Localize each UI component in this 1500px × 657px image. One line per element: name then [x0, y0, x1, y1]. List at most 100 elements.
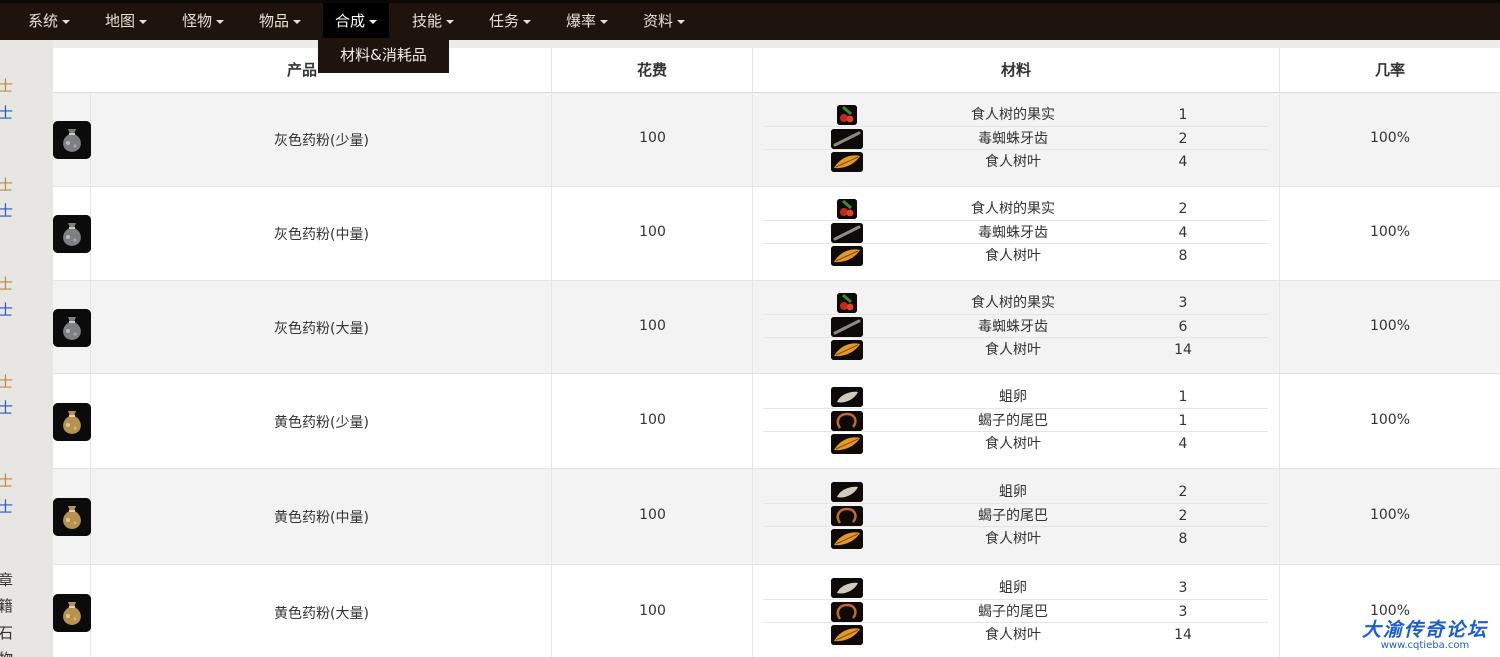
sidebar-fragment[interactable]: 石	[0, 624, 13, 642]
scorpion-tail-icon[interactable]	[831, 506, 863, 526]
nav-item-synthesis[interactable]: 合成	[323, 3, 390, 40]
material-qty: 3	[1178, 580, 1188, 596]
header-product[interactable]: 产品	[53, 48, 552, 93]
material-name[interactable]: 食人树叶	[913, 150, 1113, 174]
leaf-icon[interactable]	[831, 246, 863, 266]
product-name[interactable]: 灰色药粉(少量)	[91, 130, 552, 150]
leaf-icon[interactable]	[831, 152, 863, 172]
material-name[interactable]: 毒蜘蛛牙齿	[913, 315, 1113, 339]
powder-bag-icon[interactable]	[53, 121, 91, 159]
sidebar-fragment[interactable]: 士	[0, 373, 13, 391]
powder-bag-icon[interactable]	[53, 215, 91, 253]
material-name[interactable]: 毒蜘蛛牙齿	[913, 221, 1113, 245]
header-cost[interactable]: 花费	[552, 48, 753, 93]
scorpion-tail-icon[interactable]	[831, 602, 863, 622]
materials-cell: 蛆卵 2 蝎子的尾巴 2 食人树叶 8	[753, 469, 1280, 564]
maggot-egg-icon[interactable]	[831, 578, 863, 598]
product-name[interactable]: 黄色药粉(大量)	[91, 603, 552, 623]
nav-item-item[interactable]: 物品	[247, 3, 313, 40]
sidebar-fragment[interactable]: 章	[0, 571, 13, 589]
powder-bag-icon[interactable]	[53, 403, 91, 441]
product-name[interactable]: 黄色药粉(少量)	[91, 412, 552, 432]
material-line: 食人树叶 8	[763, 243, 1268, 268]
material-name[interactable]: 蝎子的尾巴	[913, 409, 1113, 433]
rate-cell: 100%	[1280, 93, 1500, 186]
caret-down-icon	[523, 19, 532, 24]
material-name[interactable]: 食人树叶	[913, 527, 1113, 551]
caret-down-icon	[139, 19, 148, 24]
material-qty: 2	[1178, 484, 1188, 500]
nav-item-map[interactable]: 地图	[93, 3, 159, 40]
material-name[interactable]: 食人树叶	[913, 432, 1113, 456]
nav-item-monster[interactable]: 怪物	[170, 3, 236, 40]
material-line: 食人树叶 4	[763, 149, 1268, 174]
material-line: 食人树叶 14	[763, 622, 1268, 647]
sidebar-fragment[interactable]: 士	[0, 275, 13, 293]
nav-item-skill[interactable]: 技能	[400, 3, 466, 40]
dropdown-item-materials-consumables[interactable]: 材料&消耗品	[318, 38, 449, 73]
sidebar-fragment[interactable]: 物	[0, 650, 13, 657]
material-qty: 2	[1178, 201, 1188, 217]
sidebar-fragment[interactable]: 士	[0, 472, 13, 490]
spider-fang-icon[interactable]	[831, 223, 863, 243]
leaf-icon[interactable]	[831, 434, 863, 454]
nav-item-info[interactable]: 资料	[631, 3, 697, 40]
spider-fang-icon[interactable]	[831, 317, 863, 337]
sidebar-fragment[interactable]: 士	[0, 77, 13, 95]
material-name[interactable]: 食人树叶	[913, 244, 1113, 268]
rate-cell: 100%	[1280, 374, 1500, 468]
sidebar-fragment[interactable]: 士	[0, 104, 13, 122]
fruit-icon[interactable]	[837, 199, 857, 219]
product-cell: 黄色药粉(中量)	[91, 469, 552, 564]
sidebar-fragment[interactable]: 士	[0, 301, 13, 319]
material-name[interactable]: 食人树的果实	[913, 291, 1113, 315]
leaf-icon[interactable]	[831, 340, 863, 360]
sidebar-fragment[interactable]: 士	[0, 202, 13, 220]
sidebar-fragment[interactable]: 籍	[0, 597, 13, 615]
fruit-icon[interactable]	[837, 293, 857, 313]
material-line: 食人树叶 14	[763, 337, 1268, 362]
nav-item-system[interactable]: 系统	[16, 3, 82, 40]
material-name[interactable]: 食人树叶	[913, 338, 1113, 362]
powder-bag-icon[interactable]	[53, 309, 91, 347]
material-name[interactable]: 毒蜘蛛牙齿	[913, 127, 1113, 151]
materials-cell: 食人树的果实 2 毒蜘蛛牙齿 4 食人树叶 8	[753, 187, 1280, 280]
table-row: 黄色药粉(少量) 100 蛆卵 1 蝎子的尾巴 1 食人树叶 4 100%	[53, 374, 1500, 469]
rate-value: 100%	[1369, 412, 1411, 428]
sidebar-fragment[interactable]: 士	[0, 176, 13, 194]
header-rate[interactable]: 几率	[1280, 48, 1500, 93]
maggot-egg-icon[interactable]	[831, 387, 863, 407]
header-materials[interactable]: 材料	[753, 48, 1280, 93]
material-name[interactable]: 蝎子的尾巴	[913, 504, 1113, 528]
product-name[interactable]: 灰色药粉(大量)	[91, 318, 552, 338]
material-name[interactable]: 蛆卵	[913, 480, 1113, 504]
leaf-icon[interactable]	[831, 529, 863, 549]
material-qty: 6	[1178, 319, 1188, 335]
product-name[interactable]: 灰色药粉(中量)	[91, 224, 552, 244]
caret-down-icon	[600, 19, 609, 24]
material-line: 蝎子的尾巴 2	[763, 503, 1268, 528]
material-name[interactable]: 食人树的果实	[913, 197, 1113, 221]
nav-item-quest[interactable]: 任务	[477, 3, 543, 40]
product-icon-cell	[53, 565, 91, 657]
material-name[interactable]: 食人树叶	[913, 623, 1113, 647]
material-name[interactable]: 蝎子的尾巴	[913, 600, 1113, 624]
material-name[interactable]: 蛆卵	[913, 576, 1113, 600]
leaf-icon[interactable]	[831, 625, 863, 645]
powder-bag-icon[interactable]	[53, 498, 91, 536]
material-name[interactable]: 蛆卵	[913, 385, 1113, 409]
spider-fang-icon[interactable]	[831, 129, 863, 149]
product-name[interactable]: 黄色药粉(中量)	[91, 507, 552, 527]
materials-cell: 蛆卵 3 蝎子的尾巴 3 食人树叶 14	[753, 565, 1280, 657]
product-cell: 灰色药粉(大量)	[91, 281, 552, 373]
table-row: 灰色药粉(中量) 100 食人树的果实 2 毒蜘蛛牙齿 4 食人树叶 8 100…	[53, 187, 1500, 281]
powder-bag-icon[interactable]	[53, 594, 91, 632]
fruit-icon[interactable]	[837, 105, 857, 125]
nav-item-drop-rate[interactable]: 爆率	[554, 3, 620, 40]
material-name[interactable]: 食人树的果实	[913, 103, 1113, 127]
nav-label: 物品	[259, 12, 290, 30]
sidebar-fragment[interactable]: 士	[0, 399, 13, 417]
maggot-egg-icon[interactable]	[831, 482, 863, 502]
sidebar-fragment[interactable]: 士	[0, 498, 13, 516]
scorpion-tail-icon[interactable]	[831, 411, 863, 431]
